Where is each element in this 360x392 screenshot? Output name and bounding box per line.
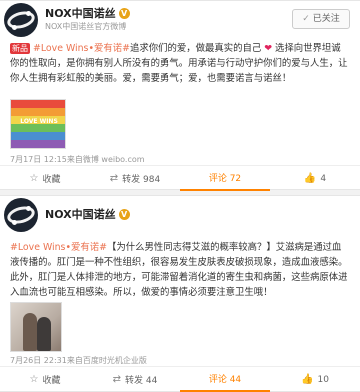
avatar[interactable] xyxy=(4,198,38,232)
repost-label: 转发 44 xyxy=(125,376,158,386)
new-badge: 新品 xyxy=(10,43,30,54)
repost-label: 转发 984 xyxy=(122,175,161,185)
weibo-post-1: NOX中国诺丝 V NOX中国诺丝官方微博 ✓ 已关注 新品 #Love Wins•爱… xyxy=(0,0,360,191)
follow-label: 已关注 xyxy=(312,14,340,24)
follow-button[interactable]: ✓ 已关注 xyxy=(292,9,350,29)
star-icon: ☆ xyxy=(29,173,39,184)
action-bar: ☆ 收藏 ⇄ 转发 984 评论 72 👍 4 xyxy=(0,165,360,191)
like-button[interactable]: 👍 10 xyxy=(270,367,360,392)
comment-button[interactable]: 评论 44 xyxy=(180,367,270,392)
like-count: 4 xyxy=(320,173,327,184)
repost-icon: ⇄ xyxy=(109,173,119,184)
comment-label: 评论 44 xyxy=(208,375,242,385)
avatar[interactable] xyxy=(4,3,38,37)
comment-label: 评论 72 xyxy=(208,174,242,184)
repost-button[interactable]: ⇄ 转发 984 xyxy=(90,166,180,191)
rainbow-image[interactable]: LOVE WINS xyxy=(10,99,66,149)
post-text: #Love Wins•爱有诺#【为什么男性同志得艾滋的概率较高？】艾滋病是通过血… xyxy=(0,240,360,300)
image-caption: LOVE WINS xyxy=(20,118,58,125)
like-button[interactable]: 👍 4 xyxy=(270,166,360,191)
verified-icon: V xyxy=(118,8,130,19)
post-header: NOX中国诺丝 V xyxy=(0,196,360,236)
like-count: 10 xyxy=(317,374,329,385)
thumbs-up-icon: 👍 xyxy=(303,173,317,184)
repost-icon: ⇄ xyxy=(112,374,122,385)
weibo-post-2: NOX中国诺丝 V #Love Wins•爱有诺#【为什么男性同志得艾滋的概率较高… xyxy=(0,195,360,392)
account-name[interactable]: NOX中国诺丝 V xyxy=(45,206,130,222)
topic-link[interactable]: #Love Wins•爱有诺# xyxy=(33,43,130,54)
account-name-text[interactable]: NOX中国诺丝 xyxy=(45,7,116,20)
topic-link[interactable]: #Love Wins•爱有诺# xyxy=(10,242,107,253)
couple-photo[interactable] xyxy=(10,302,62,352)
account-name-text[interactable]: NOX中国诺丝 xyxy=(45,208,116,221)
favorite-button[interactable]: ☆ 收藏 xyxy=(0,367,90,392)
heart-icon: ❤ xyxy=(264,43,273,54)
favorite-label: 收藏 xyxy=(42,175,61,185)
favorite-button[interactable]: ☆ 收藏 xyxy=(0,166,90,191)
post-header: NOX中国诺丝 V NOX中国诺丝官方微博 ✓ 已关注 xyxy=(0,1,360,41)
action-bar: ☆ 收藏 ⇄ 转发 44 评论 44 👍 10 xyxy=(0,366,360,392)
comment-button[interactable]: 评论 72 xyxy=(180,166,270,191)
account-subtitle: NOX中国诺丝官方微博 xyxy=(45,22,127,31)
verified-icon: V xyxy=(118,209,130,220)
check-icon: ✓ xyxy=(302,14,310,24)
star-icon: ☆ xyxy=(29,374,39,385)
favorite-label: 收藏 xyxy=(42,376,61,386)
post-text: 新品 #Love Wins•爱有诺#追求你们的爱，做最真实的自己 ❤ 选择向世界坦… xyxy=(0,41,360,86)
repost-button[interactable]: ⇄ 转发 44 xyxy=(90,367,180,392)
thumbs-up-icon: 👍 xyxy=(301,374,314,385)
account-name[interactable]: NOX中国诺丝 V xyxy=(45,5,130,21)
post-body: 追求你们的爱，做最真实的自己 xyxy=(129,43,262,54)
